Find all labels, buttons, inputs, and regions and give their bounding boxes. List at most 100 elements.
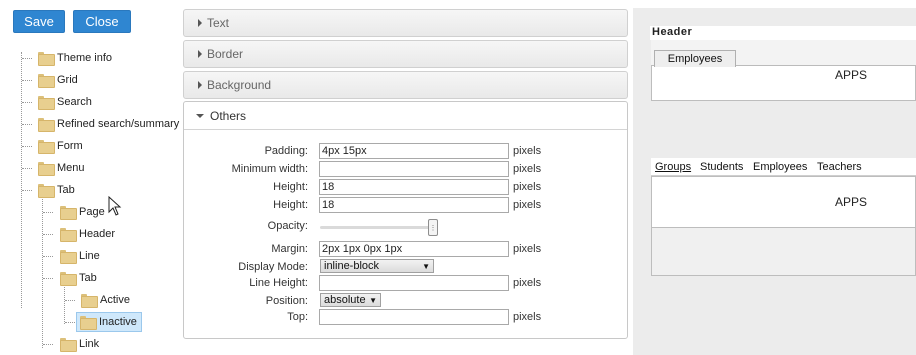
tree-connector xyxy=(65,300,75,301)
min-width-input[interactable] xyxy=(319,161,509,177)
tree-item-label: Line xyxy=(79,250,100,262)
preview-link-groups[interactable]: Groups xyxy=(655,161,691,173)
caret-right-icon xyxy=(198,50,202,58)
tree-item-label: Header xyxy=(79,228,116,240)
tree-item-form[interactable]: Form xyxy=(38,136,83,156)
close-button[interactable]: Close xyxy=(73,10,131,33)
folder-icon xyxy=(60,250,77,264)
tree-connector xyxy=(22,58,32,59)
margin-unit: pixels xyxy=(513,243,542,255)
save-button[interactable]: Save xyxy=(13,10,65,33)
tree-item-menu[interactable]: Menu xyxy=(38,158,85,178)
line-height-unit: pixels xyxy=(513,277,542,289)
tree-connector xyxy=(43,278,53,279)
height-input[interactable] xyxy=(319,179,509,195)
tree-item-search[interactable]: Search xyxy=(38,92,92,112)
margin-input[interactable] xyxy=(319,241,509,257)
tree-item-label: Refined search/summary xyxy=(57,118,180,130)
display-mode-select[interactable]: inline-block ▼ xyxy=(320,259,434,273)
tree-connector xyxy=(43,256,53,257)
preview-apps-bottom: APPS xyxy=(835,195,868,209)
tree-item-inactive[interactable]: Inactive xyxy=(76,312,142,332)
preview-empty-area xyxy=(651,228,916,276)
preview-link-teachers[interactable]: Teachers xyxy=(817,161,862,173)
folder-icon xyxy=(38,184,55,198)
section-border[interactable]: Border xyxy=(183,40,628,68)
tree-item-page[interactable]: Page xyxy=(60,202,105,222)
folder-icon xyxy=(38,162,55,176)
display-mode-row: Display Mode: inline-block ▼ xyxy=(184,259,629,276)
opacity-slider-handle[interactable]: ⋮ xyxy=(428,219,438,236)
tree-connector xyxy=(43,344,53,345)
folder-icon xyxy=(60,272,77,286)
opacity-label: Opacity: xyxy=(267,220,308,232)
opacity-slider-track[interactable] xyxy=(320,226,432,229)
tree-connector xyxy=(22,168,32,169)
section-others-label: Others xyxy=(210,108,247,123)
tree-connector xyxy=(21,52,22,308)
display-mode-value: inline-block xyxy=(324,260,380,272)
padding-unit: pixels xyxy=(513,145,542,157)
tree-item-label: Link xyxy=(79,338,100,350)
tree-connector xyxy=(64,284,65,324)
section-border-label: Border xyxy=(207,47,244,61)
section-background[interactable]: Background xyxy=(183,71,628,99)
tree-item-link[interactable]: Link xyxy=(60,334,99,354)
tree-connector xyxy=(22,146,32,147)
top-label: Top: xyxy=(287,311,308,323)
dropdown-arrow-icon: ▼ xyxy=(422,261,430,271)
preview-content-box xyxy=(651,176,916,228)
caret-right-icon xyxy=(198,19,202,27)
padding-input[interactable] xyxy=(319,143,509,159)
top-input[interactable] xyxy=(319,309,509,325)
section-text[interactable]: Text xyxy=(183,9,628,37)
position-select[interactable]: absolute ▼ xyxy=(320,293,381,307)
folder-icon xyxy=(38,118,55,132)
top-unit: pixels xyxy=(513,311,542,323)
tree-item-theme-info[interactable]: Theme info xyxy=(38,48,112,68)
top-row: Top: pixels xyxy=(184,309,629,326)
tree-item-header[interactable]: Header xyxy=(60,224,115,244)
line-height-input[interactable] xyxy=(319,275,509,291)
min-width-label: Minimum width: xyxy=(231,163,308,175)
caret-right-icon xyxy=(198,81,202,89)
tree-connector xyxy=(22,124,32,125)
position-value: absolute xyxy=(324,294,366,306)
preview-tab-employees[interactable]: Employees xyxy=(654,50,736,67)
tree-item-grid[interactable]: Grid xyxy=(38,70,78,90)
folder-icon xyxy=(60,338,77,352)
preview-link-students[interactable]: Students xyxy=(700,161,743,173)
preview-header-label: Header xyxy=(650,26,916,40)
tree-item-label: Tab xyxy=(79,272,97,284)
display-mode-label: Display Mode: xyxy=(238,261,308,273)
folder-icon xyxy=(60,206,77,220)
tree-item-active[interactable]: Active xyxy=(81,290,130,310)
section-others-panel: Others Padding: pixels Minimum width: pi… xyxy=(183,101,628,339)
section-others[interactable]: Others xyxy=(184,102,627,130)
mouse-pointer-icon xyxy=(108,196,122,216)
preview-link-employees[interactable]: Employees xyxy=(753,161,807,173)
tree-item-label: Grid xyxy=(57,74,78,86)
height-input-2[interactable] xyxy=(319,197,509,213)
padding-label: Padding: xyxy=(264,145,308,157)
folder-icon xyxy=(38,74,55,88)
height-label: Height: xyxy=(273,181,308,193)
height-row: Height: pixels xyxy=(184,179,629,196)
tree-connector xyxy=(42,196,43,348)
preview-apps-top: APPS xyxy=(835,68,868,82)
height-row-2: Height: pixels xyxy=(184,197,629,214)
min-width-unit: pixels xyxy=(513,163,542,175)
height-unit-2: pixels xyxy=(513,199,542,211)
margin-row: Margin: pixels xyxy=(184,241,629,258)
tree-connector xyxy=(43,234,53,235)
tree-connector xyxy=(22,80,32,81)
tree-item-refined-search[interactable]: Refined search/summary xyxy=(38,114,179,134)
tree-item-line[interactable]: Line xyxy=(60,246,100,266)
tree-item-tab-sub[interactable]: Tab xyxy=(60,268,97,288)
line-height-row: Line Height: pixels xyxy=(184,275,629,292)
tree-item-label: Menu xyxy=(57,162,85,174)
tree-item-label: Page xyxy=(79,206,105,218)
caret-down-icon xyxy=(196,113,204,118)
tree-item-tab[interactable]: Tab xyxy=(38,180,75,200)
tree-item-label: Search xyxy=(57,96,92,108)
